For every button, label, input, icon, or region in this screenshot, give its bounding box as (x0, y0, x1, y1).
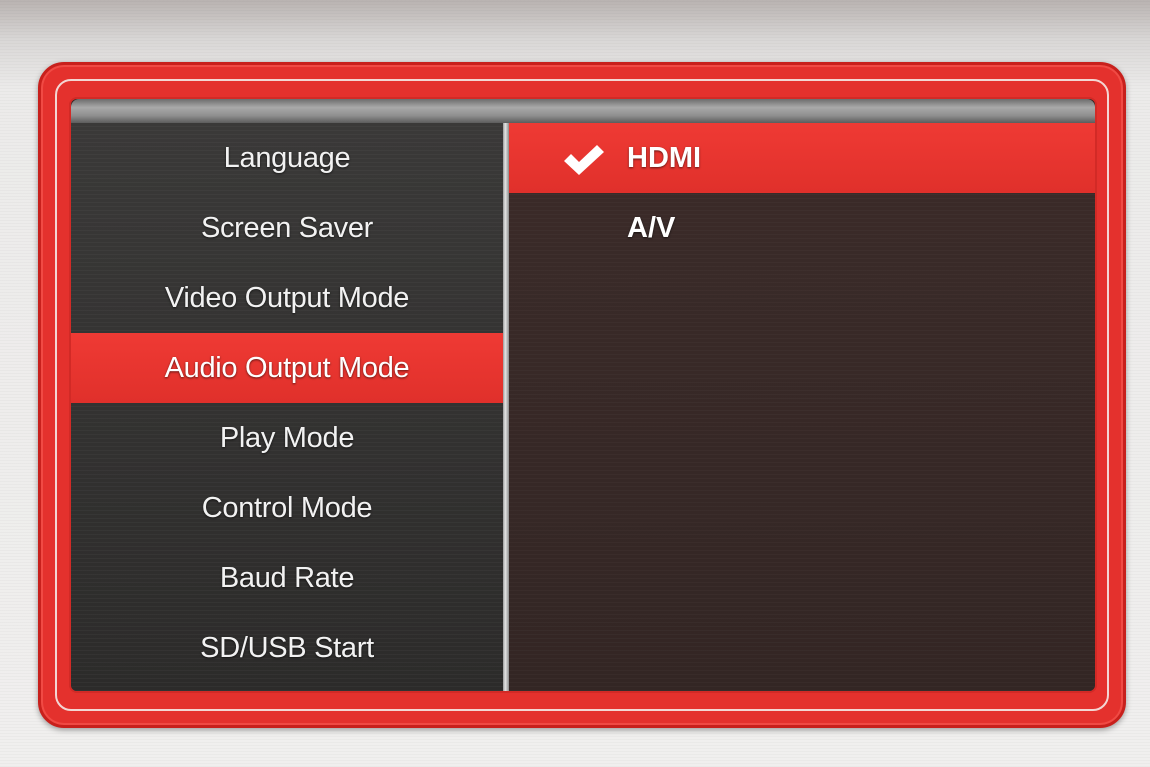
settings-menu-list: Language Screen Saver Video Output Mode … (71, 123, 503, 683)
settings-panel: Language Screen Saver Video Output Mode … (71, 99, 1095, 691)
settings-frame: Language Screen Saver Video Output Mode … (38, 62, 1126, 728)
menu-item-control-mode[interactable]: Control Mode (71, 473, 503, 543)
menu-item-language[interactable]: Language (71, 123, 503, 193)
options-pane: HDMI A/V (509, 123, 1095, 691)
option-label: HDMI (627, 142, 702, 174)
panel-title-bar (71, 99, 1095, 123)
option-label: A/V (627, 212, 676, 244)
menu-item-screen-saver[interactable]: Screen Saver (71, 193, 503, 263)
options-list: HDMI A/V (509, 123, 1095, 263)
checkmark-icon (564, 145, 604, 175)
settings-menu: Language Screen Saver Video Output Mode … (71, 123, 503, 691)
menu-item-baud-rate[interactable]: Baud Rate (71, 543, 503, 613)
option-av[interactable]: A/V (509, 193, 1095, 263)
option-hdmi[interactable]: HDMI (509, 123, 1095, 193)
screen-photo: Language Screen Saver Video Output Mode … (0, 0, 1150, 767)
menu-item-audio-output-mode[interactable]: Audio Output Mode (71, 333, 503, 403)
menu-item-play-mode[interactable]: Play Mode (71, 403, 503, 473)
menu-item-video-output-mode[interactable]: Video Output Mode (71, 263, 503, 333)
menu-item-sd-usb-start[interactable]: SD/USB Start (71, 613, 503, 683)
